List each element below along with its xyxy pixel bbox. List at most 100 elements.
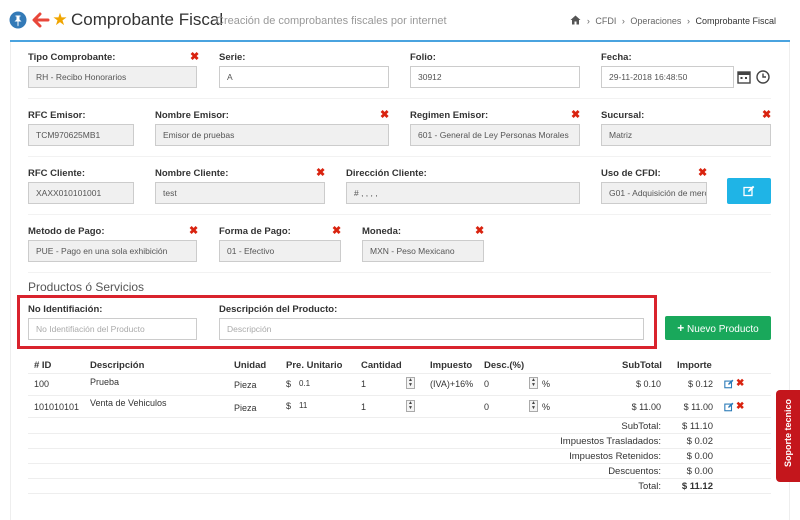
nombre-emisor-field[interactable]: Emisor de pruebas (155, 124, 389, 146)
edit-icon (743, 185, 755, 197)
divider (28, 272, 771, 273)
impuestos-trasladados-value: $ 0.02 (686, 436, 713, 447)
discount-stepper[interactable]: ▲ ▼ (529, 400, 538, 412)
divider (28, 214, 771, 215)
forma-pago-select[interactable]: 01 - Efectivo (219, 240, 341, 262)
impuestos-retenidos-value: $ 0.00 (686, 451, 713, 462)
plus-icon: + (677, 321, 685, 335)
support-tab-label: Soporte tecnico (783, 399, 793, 468)
rfc-cliente-label: RFC Cliente: (28, 168, 85, 179)
descuentos-value: $ 0.00 (686, 466, 713, 477)
page-header: ★ Comprobante Fiscal Creación de comprob… (0, 0, 800, 40)
delete-row-icon[interactable]: ✖ (736, 402, 744, 412)
fecha-label: Fecha: (601, 52, 632, 63)
required-icon: ✖ (571, 109, 581, 121)
col-precio-header: Pre. Unitario (286, 360, 343, 371)
moneda-select[interactable]: MXN - Peso Mexicano (362, 240, 484, 262)
folio-label: Folio: (410, 52, 436, 63)
cell-unidad: Pieza (234, 403, 257, 413)
required-icon: ✖ (762, 109, 772, 121)
cell-importe: $ 11.00 (683, 402, 713, 412)
back-arrow-icon[interactable] (32, 11, 50, 29)
required-icon: ✖ (332, 225, 342, 237)
subtotal-label: SubTotal: (621, 421, 661, 432)
cell-descripcion: Prueba (90, 377, 120, 387)
serie-label: Serie: (219, 52, 246, 63)
star-icon[interactable]: ★ (51, 11, 69, 29)
pin-icon[interactable] (9, 11, 27, 29)
descuentos-label: Descuentos: (608, 466, 661, 477)
cell-cantidad-input[interactable]: 1 (361, 402, 366, 412)
total-value: $ 11.12 (681, 481, 713, 492)
breadcrumb-cfdi[interactable]: CFDI (595, 16, 616, 26)
page-subtitle: Creación de comprobantes fiscales por in… (216, 15, 447, 27)
cell-percent: % (542, 379, 551, 389)
calendar-icon[interactable] (737, 70, 751, 84)
sucursal-label: Sucursal: (601, 110, 645, 121)
required-icon: ✖ (380, 109, 390, 121)
cell-subtotal: $ 11.00 (631, 402, 661, 412)
uso-cfdi-select[interactable]: G01 - Adquisición de merca (601, 182, 707, 204)
nombre-emisor-label: Nombre Emisor: (155, 110, 229, 121)
uso-cfdi-label: Uso de CFDI: (601, 168, 661, 179)
cell-currency: $ (286, 401, 292, 411)
discount-stepper[interactable]: ▲ ▼ (529, 377, 538, 389)
cell-impuesto[interactable]: (IVA)+16% (430, 379, 473, 389)
product-description-input[interactable]: Descripción (219, 318, 644, 340)
new-product-label: Nuevo Producto (687, 324, 759, 335)
nombre-cliente-label: Nombre Cliente: (155, 168, 229, 179)
product-description-label: Descripción del Producto: (219, 304, 338, 315)
nombre-cliente-field[interactable]: test (155, 182, 325, 204)
product-id-input[interactable]: No Identifiación del Producto (28, 318, 197, 340)
required-icon: ✖ (698, 167, 708, 179)
tipo-comprobante-select[interactable]: RH - Recibo Honorarios (28, 66, 197, 88)
cell-cantidad-input[interactable]: 1 (361, 379, 366, 389)
divider (28, 156, 771, 157)
divider (28, 433, 771, 434)
forma-pago-label: Forma de Pago: (219, 226, 291, 237)
col-unidad-header: Unidad (234, 360, 267, 371)
page-title: Comprobante Fiscal (71, 10, 224, 29)
serie-input[interactable]: A (219, 66, 389, 88)
clock-icon[interactable] (756, 70, 770, 84)
quantity-stepper[interactable]: ▲ ▼ (406, 377, 415, 389)
cell-descuento-input[interactable]: 0 (484, 402, 489, 412)
folio-input[interactable]: 30912 (410, 66, 580, 88)
direccion-cliente-field[interactable]: # , , , , (346, 182, 580, 204)
edit-row-icon[interactable] (724, 379, 734, 392)
cell-id: 100 (34, 379, 50, 389)
subtotal-value: $ 11.10 (682, 421, 713, 432)
cell-descuento-input[interactable]: 0 (484, 379, 489, 389)
new-product-button[interactable]: + Nuevo Producto (665, 316, 771, 340)
divider (28, 448, 771, 449)
col-importe-header: Importe (677, 360, 712, 371)
rfc-cliente-field[interactable]: XAXX010101001 (28, 182, 134, 204)
rfc-emisor-field[interactable]: TCM970625MB1 (28, 124, 134, 146)
cell-id: 101010101 (34, 402, 80, 412)
home-icon[interactable] (570, 15, 581, 25)
quantity-stepper[interactable]: ▲ ▼ (406, 400, 415, 412)
edit-client-button[interactable] (727, 178, 771, 204)
cell-descripcion: Venta de Vehiculos (90, 398, 167, 408)
cell-precio-input[interactable]: 0.1 (299, 379, 310, 388)
support-tab[interactable]: Soporte tecnico (776, 390, 800, 482)
required-icon: ✖ (475, 225, 485, 237)
impuestos-trasladados-label: Impuestos Trasladados: (560, 436, 661, 447)
metodo-pago-select[interactable]: PUE - Pago en una sola exhibición (28, 240, 197, 262)
fecha-input[interactable]: 29-11-2018 16:48:50 (601, 66, 734, 88)
cell-unidad: Pieza (234, 380, 257, 390)
edit-row-icon[interactable] (724, 402, 734, 415)
cell-precio-input[interactable]: 11 (299, 401, 307, 410)
breadcrumb: › CFDI › Operaciones › Comprobante Fisca… (570, 15, 776, 26)
required-icon: ✖ (316, 167, 326, 179)
col-descuento-header: Desc.(%) (484, 360, 525, 371)
regimen-emisor-select[interactable]: 601 - General de Ley Personas Morales (410, 124, 580, 146)
breadcrumb-operaciones[interactable]: Operaciones (630, 16, 681, 26)
col-id-header: # ID (34, 360, 52, 371)
required-icon: ✖ (189, 225, 199, 237)
divider (28, 395, 771, 396)
divider (28, 493, 771, 494)
cell-subtotal: $ 0.10 (635, 379, 661, 389)
delete-row-icon[interactable]: ✖ (736, 379, 744, 389)
sucursal-select[interactable]: Matriz (601, 124, 771, 146)
